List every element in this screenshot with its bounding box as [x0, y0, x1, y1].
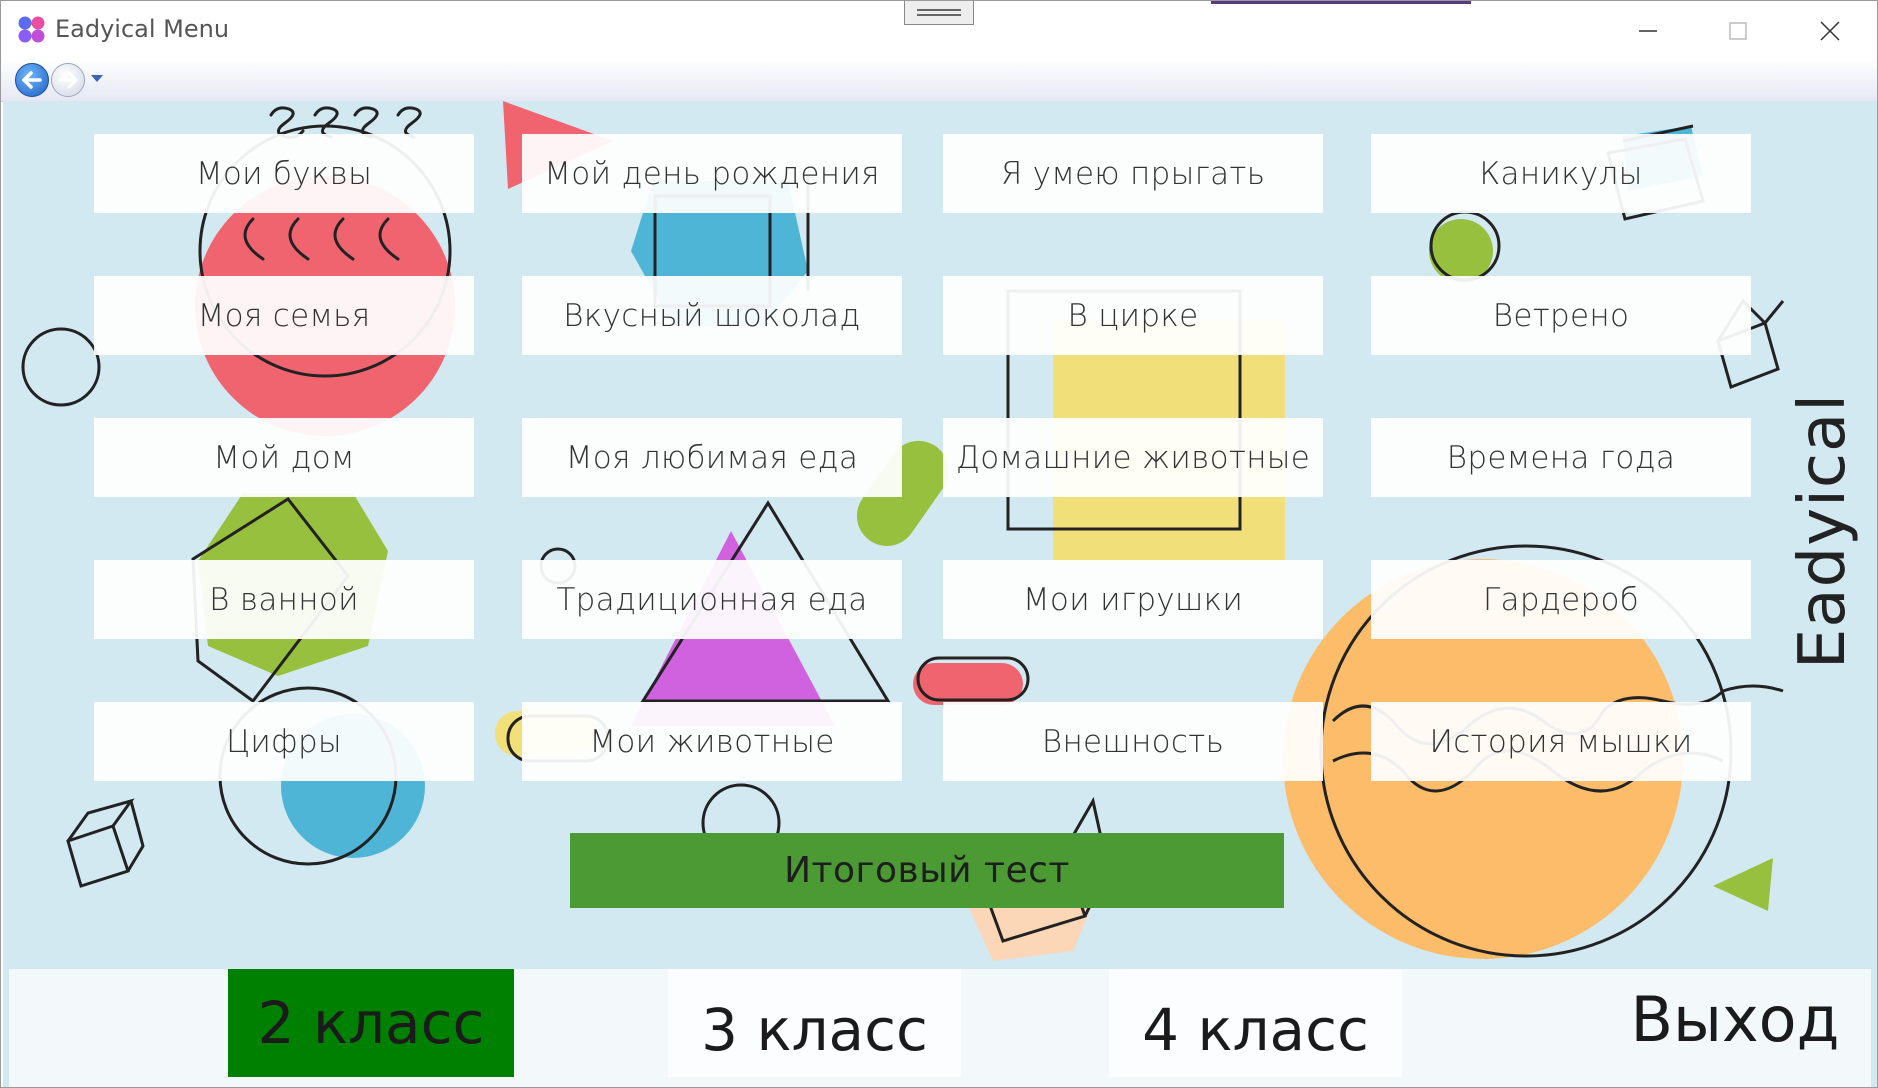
close-icon: [1820, 21, 1840, 41]
topic-button[interactable]: Моя любимая еда: [522, 418, 902, 497]
back-button[interactable]: [15, 63, 49, 97]
maximize-icon: [1729, 22, 1747, 40]
topic-button[interactable]: Вкусный шоколад: [522, 276, 902, 355]
topic-button[interactable]: В ванной: [94, 560, 474, 639]
topic-button[interactable]: Моя семья: [94, 276, 474, 355]
topic-button[interactable]: Я умею прыгать: [943, 134, 1323, 213]
forward-button[interactable]: [51, 63, 85, 97]
topic-button[interactable]: Домашние животные: [943, 418, 1323, 497]
grade-2-button[interactable]: 2 класс: [228, 969, 514, 1077]
minimize-button[interactable]: [1613, 9, 1683, 53]
grade-bar: 2 класс 3 класс 4 класс Выход: [9, 969, 1871, 1087]
grade-4-button[interactable]: 4 класс: [1109, 969, 1402, 1077]
topic-button[interactable]: Мои игрушки: [943, 560, 1323, 639]
drag-handle[interactable]: [904, 1, 974, 25]
close-button[interactable]: [1795, 9, 1865, 53]
title-bar[interactable]: Eadyical Menu: [1, 1, 1877, 59]
navigation-bar: [1, 59, 1877, 102]
exit-button[interactable]: Выход: [1625, 969, 1845, 1069]
topic-button[interactable]: История мышки: [1371, 702, 1751, 781]
window-title: Eadyical Menu: [55, 15, 230, 43]
nav-dropdown-icon[interactable]: [91, 75, 103, 82]
back-arrow-icon: [22, 71, 42, 89]
brand-text: Eadyical: [1786, 392, 1860, 670]
topic-button[interactable]: Мой дом: [94, 418, 474, 497]
topic-button[interactable]: Мой день рождения: [522, 134, 902, 213]
topic-button[interactable]: Ветрено: [1371, 276, 1751, 355]
menu-content: Мои буквы Мой день рождения Я умею прыга…: [3, 101, 1877, 1087]
topic-button[interactable]: Мои буквы: [94, 134, 474, 213]
topic-button[interactable]: Цифры: [94, 702, 474, 781]
minimize-icon: [1639, 30, 1657, 32]
topic-button[interactable]: Времена года: [1371, 418, 1751, 497]
final-test-button[interactable]: Итоговый тест: [570, 833, 1284, 908]
maximize-button[interactable]: [1703, 9, 1773, 53]
topic-button[interactable]: Внешность: [943, 702, 1323, 781]
topic-button[interactable]: Гардероб: [1371, 560, 1751, 639]
forward-arrow-icon: [58, 71, 78, 89]
app-icon: [18, 16, 45, 43]
topic-button[interactable]: В цирке: [943, 276, 1323, 355]
brand-label: Eadyical: [1763, 393, 1877, 669]
app-window: Eadyical Menu Мои буквы Мой день рождени…: [0, 0, 1878, 1088]
topic-button[interactable]: Традиционная еда: [522, 560, 902, 639]
grade-3-button[interactable]: 3 класс: [668, 969, 961, 1077]
topic-button[interactable]: Мои животные: [522, 702, 902, 781]
title-accent-line: [1211, 1, 1471, 4]
topic-button[interactable]: Каникулы: [1371, 134, 1751, 213]
